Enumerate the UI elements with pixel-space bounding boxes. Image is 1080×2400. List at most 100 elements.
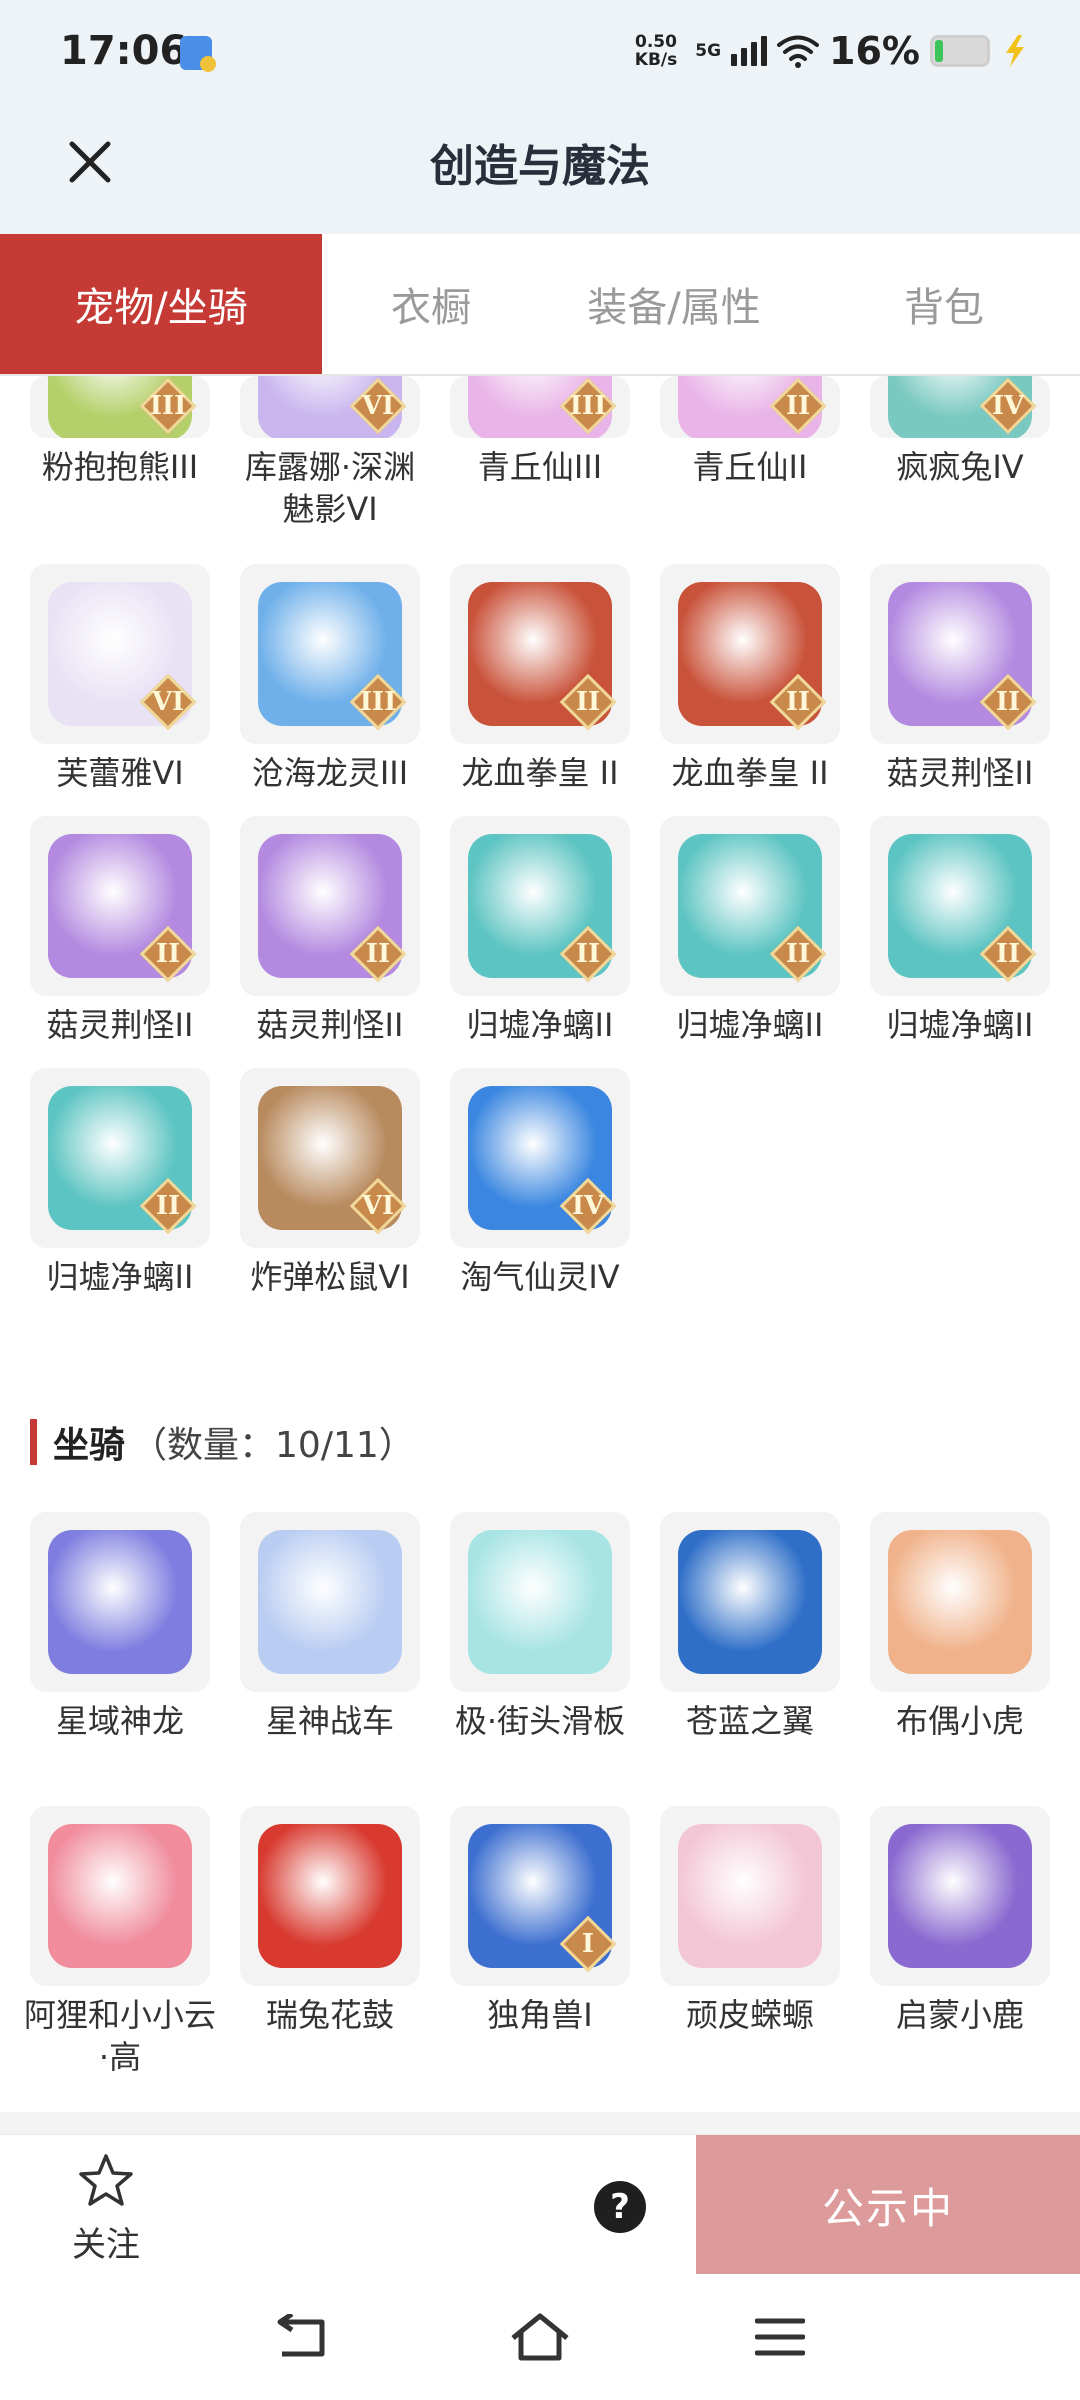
grid-item[interactable]: II 归墟净螭II	[660, 816, 840, 1046]
back-button[interactable]	[265, 2302, 335, 2372]
grid-item[interactable]: II 菇灵荆怪II	[870, 564, 1050, 794]
content-list[interactable]: III 粉抱抱熊III VI 库露娜·深渊魅影VI III 青丘仙III II 青丘仙II IV…	[0, 376, 1080, 2134]
rank-badge: III	[559, 377, 617, 435]
charging-bolt-icon	[1006, 35, 1024, 67]
item-name: 顽皮蝾螈	[685, 1996, 814, 2034]
item-thumbnail	[450, 1512, 630, 1692]
grid-item[interactable]: 阿狸和小小云·高	[24, 1806, 216, 2078]
rank-badge: II	[139, 1177, 197, 1235]
grid-item[interactable]: 星神战车	[240, 1512, 420, 1742]
tab-pets-mounts[interactable]: 宠物/坐骑	[0, 234, 322, 374]
item-name: 独角兽I	[487, 1996, 593, 2034]
tab-wardrobe[interactable]: 衣橱	[322, 234, 540, 374]
follow-button[interactable]: 关注	[56, 2151, 156, 2266]
item-thumbnail	[30, 1512, 210, 1692]
item-name: 沧海龙灵III	[251, 754, 409, 792]
grid-item[interactable]: 星域神龙	[30, 1512, 210, 1742]
item-thumbnail: IV	[870, 376, 1050, 438]
grid-item[interactable]: 苍蓝之翼	[660, 1512, 840, 1742]
item-thumbnail: II	[450, 816, 630, 996]
grid-item[interactable]: II 龙血拳皇 II	[450, 564, 630, 794]
grid-item[interactable]: 瑞兔花鼓	[240, 1806, 420, 2036]
rank-badge: I	[559, 1915, 617, 1973]
item-thumbnail	[30, 1806, 210, 1986]
rank-badge: II	[349, 925, 407, 983]
section-accent-bar	[30, 1419, 37, 1465]
rank-badge: II	[559, 673, 617, 731]
section-count: （数量：10/11）	[131, 1425, 415, 1466]
tab-equipment-attributes[interactable]: 装备/属性	[540, 234, 808, 374]
item-name: 星域神龙	[55, 1702, 184, 1740]
item-name: 青丘仙III	[477, 448, 603, 486]
rank-badge: II	[769, 673, 827, 731]
item-thumbnail: II	[450, 564, 630, 744]
item-thumbnail: III	[240, 564, 420, 744]
grid-item[interactable]: 顽皮蝾螈	[660, 1806, 840, 2036]
grid-item[interactable]: II 青丘仙II	[660, 376, 840, 488]
rank-badge: II	[769, 925, 827, 983]
item-name: 归墟净螭II	[466, 1006, 614, 1044]
rank-badge: VI	[139, 673, 197, 731]
page-title: 创造与魔法	[430, 141, 650, 192]
signal-icon	[731, 36, 768, 66]
grid-item[interactable]: III 沧海龙灵III	[240, 564, 420, 794]
grid-item[interactable]: II 菇灵荆怪II	[240, 816, 420, 1046]
item-thumbnail: II	[870, 816, 1050, 996]
item-thumbnail: II	[870, 564, 1050, 744]
tab-bar: 宠物/坐骑 衣橱 装备/属性 背包	[0, 234, 1080, 376]
grid-item[interactable]: III 青丘仙III	[450, 376, 630, 488]
grid-item[interactable]: IV 疯疯兔IV	[870, 376, 1050, 488]
item-thumbnail	[240, 1806, 420, 1986]
grid-item[interactable]: II 归墟净螭II	[30, 1068, 210, 1298]
item-name: 阿狸和小小云·高	[23, 1996, 216, 2076]
grid-item[interactable]: III 粉抱抱熊III	[30, 376, 210, 488]
grid-item[interactable]: 极·街头滑板	[450, 1512, 630, 1742]
item-thumbnail	[660, 1512, 840, 1692]
item-thumbnail: VI	[30, 564, 210, 744]
star-icon	[79, 2154, 133, 2206]
item-name: 极·街头滑板	[454, 1702, 626, 1740]
item-name: 淘气仙灵IV	[460, 1258, 620, 1296]
item-image	[678, 1530, 822, 1674]
grid-item[interactable]: VI 库露娜·深渊魅影VI	[240, 376, 420, 530]
item-name: 归墟净螭II	[886, 1006, 1034, 1044]
action-bar: 关注 ? 公示中	[0, 2134, 1080, 2275]
back-icon	[277, 2314, 325, 2357]
item-name: 瑞兔花鼓	[265, 1996, 394, 2034]
item-image	[678, 1824, 822, 1968]
grid-item[interactable]: II 菇灵荆怪II	[30, 816, 210, 1046]
grid-item[interactable]: I 独角兽I	[450, 1806, 630, 2036]
grid-item[interactable]: 启蒙小鹿	[870, 1806, 1050, 2036]
wifi-icon	[777, 35, 820, 68]
status-time: 17:06	[60, 28, 188, 74]
bottom-divider	[0, 2112, 1080, 2136]
grid-item[interactable]: VI 炸弹松鼠VI	[240, 1068, 420, 1298]
item-name: 龙血拳皇 II	[671, 754, 829, 792]
item-name: 炸弹松鼠VI	[250, 1258, 410, 1296]
rank-badge: II	[769, 377, 827, 435]
grid-item[interactable]: II 归墟净螭II	[450, 816, 630, 1046]
rank-badge: VI	[349, 1177, 407, 1235]
follow-label: 关注	[72, 2225, 140, 2265]
menu-icon	[755, 2318, 805, 2356]
item-image	[48, 1530, 192, 1674]
item-thumbnail	[240, 1512, 420, 1692]
item-thumbnail: I	[450, 1806, 630, 1986]
grid-item[interactable]: II 龙血拳皇 II	[660, 564, 840, 794]
grid-item[interactable]: 布偶小虎	[870, 1512, 1050, 1742]
home-button[interactable]	[505, 2302, 575, 2372]
section-title: 坐骑	[53, 1425, 126, 1466]
grid-item[interactable]: VI 芙蕾雅VI	[30, 564, 210, 794]
item-name: 菇灵荆怪II	[256, 1006, 404, 1044]
item-image	[258, 1530, 402, 1674]
tab-backpack[interactable]: 背包	[808, 234, 1080, 374]
grid-item[interactable]: II 归墟净螭II	[870, 816, 1050, 1046]
grid-item[interactable]: IV 淘气仙灵IV	[450, 1068, 630, 1298]
item-image	[888, 1824, 1032, 1968]
item-name: 菇灵荆怪II	[46, 1006, 194, 1044]
item-thumbnail: II	[30, 816, 210, 996]
help-icon[interactable]: ?	[594, 2181, 646, 2233]
notice-button[interactable]: 公示中	[696, 2135, 1080, 2275]
menu-button[interactable]	[745, 2302, 815, 2372]
item-name: 菇灵荆怪II	[886, 754, 1034, 792]
